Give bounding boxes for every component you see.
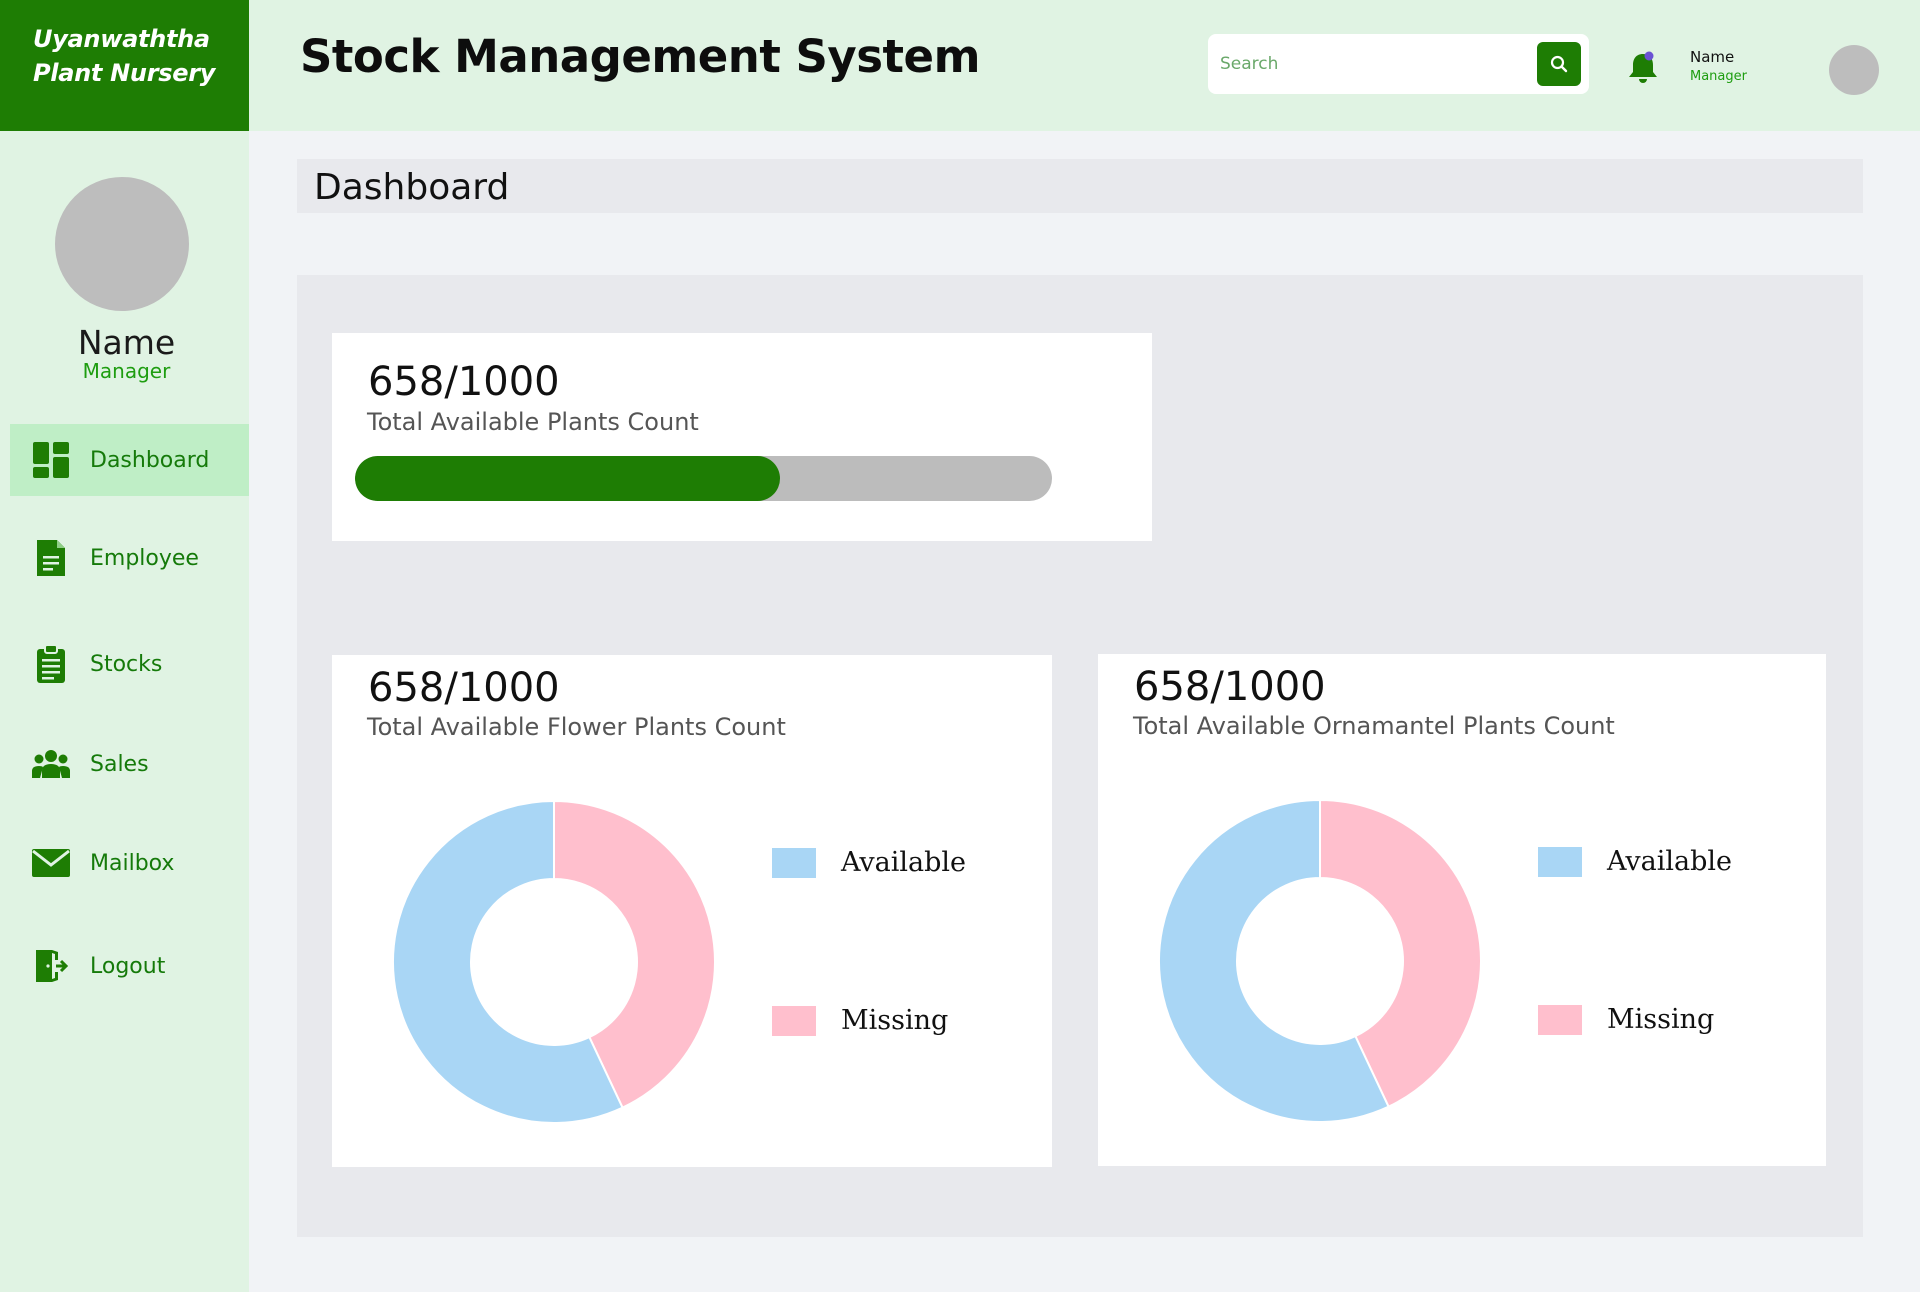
flower-plants-label: Total Available Flower Plants Count xyxy=(367,713,786,741)
legend-missing: Missing xyxy=(772,1005,948,1036)
page-title-bar: Dashboard xyxy=(297,159,1863,213)
legend-swatch-available xyxy=(1538,846,1582,877)
ornamental-plants-label: Total Available Ornamantel Plants Count xyxy=(1133,712,1615,740)
page-title: Dashboard xyxy=(314,167,510,208)
sidebar-item-dashboard[interactable]: Dashboard xyxy=(10,424,249,496)
sidebar: Name Manager Dashboard Employee Stocks S… xyxy=(0,131,249,1292)
sidebar-item-label: Mailbox xyxy=(90,850,175,876)
total-plants-card: 658/1000 Total Available Plants Count xyxy=(332,333,1152,541)
search-icon xyxy=(1550,55,1568,73)
top-header: Stock Management System Name Manager xyxy=(249,0,1920,131)
brand-logo: Uyanwaththa Plant Nursery xyxy=(0,0,249,131)
ornamental-donut-chart xyxy=(1158,799,1482,1123)
logout-icon xyxy=(30,945,72,987)
sidebar-item-logout[interactable]: Logout xyxy=(10,930,249,1002)
legend-missing: Missing xyxy=(1538,1004,1714,1035)
notification-bell-icon[interactable] xyxy=(1626,50,1660,86)
sidebar-item-sales[interactable]: Sales xyxy=(10,728,249,800)
ornamental-plants-card: 658/1000 Total Available Ornamantel Plan… xyxy=(1098,654,1826,1166)
flower-donut-chart xyxy=(392,800,716,1124)
sidebar-item-label: Employee xyxy=(90,545,199,571)
legend-swatch-missing xyxy=(1538,1004,1582,1035)
legend-label-missing: Missing xyxy=(1607,1004,1715,1035)
mail-icon xyxy=(30,842,72,884)
legend-swatch-missing xyxy=(772,1005,816,1036)
sidebar-item-employee[interactable]: Employee xyxy=(10,522,249,594)
flower-plants-card: 658/1000 Total Available Flower Plants C… xyxy=(332,655,1052,1167)
search-input[interactable] xyxy=(1220,48,1520,80)
sidebar-item-stocks[interactable]: Stocks xyxy=(10,628,249,700)
sidebar-item-label: Logout xyxy=(90,953,166,979)
app-title: Stock Management System xyxy=(300,30,980,83)
search-box xyxy=(1208,34,1589,94)
brand-line-2: Plant Nursery xyxy=(33,59,216,87)
total-plants-count: 658/1000 xyxy=(368,359,560,405)
flower-plants-count: 658/1000 xyxy=(368,665,560,711)
sidebar-item-mailbox[interactable]: Mailbox xyxy=(10,827,249,899)
search-button[interactable] xyxy=(1537,42,1581,86)
dashboard-icon xyxy=(30,439,72,481)
header-avatar[interactable] xyxy=(1829,45,1879,95)
total-plants-progress-bar xyxy=(355,456,1052,501)
header-user-info: Name Manager xyxy=(1690,48,1747,88)
sidebar-item-label: Stocks xyxy=(90,651,163,677)
legend-label-available: Available xyxy=(1607,846,1733,877)
legend-available: Available xyxy=(772,847,966,878)
header-user-role: Manager xyxy=(1690,69,1747,84)
legend-swatch-available xyxy=(772,847,816,878)
clipboard-icon xyxy=(30,643,72,685)
brand-line-1: Uyanwaththa xyxy=(33,25,210,53)
sidebar-item-label: Dashboard xyxy=(90,447,210,473)
total-plants-label: Total Available Plants Count xyxy=(367,408,699,436)
document-icon xyxy=(30,537,72,579)
sidebar-item-label: Sales xyxy=(90,751,149,777)
legend-label-available: Available xyxy=(841,847,967,878)
profile-role: Manager xyxy=(82,359,171,383)
people-icon xyxy=(30,743,72,785)
ornamental-plants-count: 658/1000 xyxy=(1134,664,1326,710)
legend-label-missing: Missing xyxy=(841,1005,949,1036)
progress-fill xyxy=(355,456,781,501)
profile-avatar xyxy=(55,177,189,311)
legend-available: Available xyxy=(1538,846,1732,877)
profile-name: Name xyxy=(77,323,176,362)
header-user-name: Name xyxy=(1690,48,1735,66)
